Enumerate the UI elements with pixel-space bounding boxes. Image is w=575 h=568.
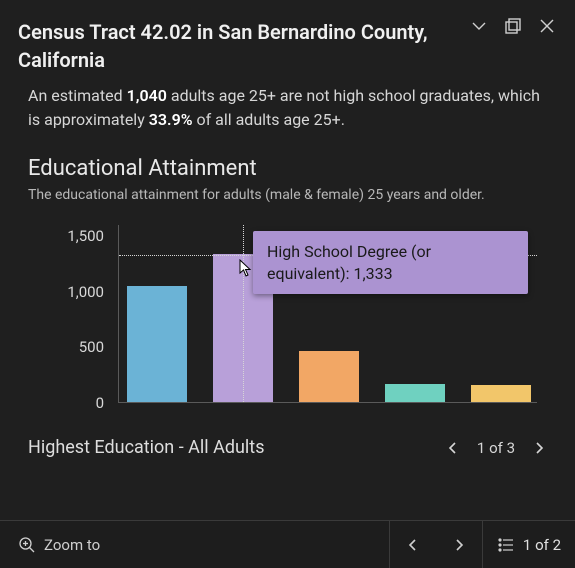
feature-next-button[interactable] — [436, 521, 482, 568]
list-icon — [497, 536, 515, 554]
bar[interactable] — [385, 384, 445, 402]
chart-prev-button[interactable] — [445, 440, 461, 456]
y-tick-label: 1,500 — [67, 227, 104, 245]
chart-next-button[interactable] — [531, 440, 547, 456]
y-tick-label: 500 — [79, 338, 104, 356]
chart-pager-text: 1 of 3 — [477, 439, 515, 457]
y-tick-label: 0 — [96, 394, 104, 412]
popup-title: Census Tract 42.02 in San Bernardino Cou… — [18, 18, 469, 74]
zoom-label: Zoom to — [44, 536, 100, 554]
close-icon[interactable] — [537, 16, 557, 36]
collapse-icon[interactable] — [469, 16, 489, 36]
popup-panel: Census Tract 42.02 in San Bernardino Cou… — [0, 0, 575, 568]
summary-suffix: of all adults age 25+. — [193, 110, 345, 129]
x-axis-caption: Highest Education - All Adults — [28, 437, 445, 458]
popup-footer: Zoom to 1 of 2 — [0, 520, 575, 568]
summary-count: 1,040 — [127, 86, 167, 105]
summary-pct: 33.9% — [149, 110, 193, 129]
chart-subtitle: The educational attainment for adults (m… — [28, 187, 547, 203]
magnifier-plus-icon — [18, 536, 36, 554]
y-tick-label: 1,000 — [67, 283, 104, 301]
zoom-to-button[interactable]: Zoom to — [0, 521, 390, 568]
feature-index[interactable]: 1 of 2 — [483, 521, 575, 568]
chart-tooltip: High School Degree (or equivalent): 1,33… — [253, 231, 528, 294]
chart-pager: 1 of 3 — [445, 439, 547, 457]
bar[interactable] — [471, 385, 531, 402]
popup-body: An estimated 1,040 adults age 25+ are no… — [0, 84, 575, 520]
bar-chart[interactable]: 0 500 1,000 1,500 High School Degree (or eq… — [38, 225, 537, 425]
summary-prefix: An estimated — [28, 86, 127, 105]
popup-header: Census Tract 42.02 in San Bernardino Cou… — [0, 0, 575, 84]
chart-title: Educational Attainment — [28, 156, 547, 181]
summary-text: An estimated 1,040 adults age 25+ are no… — [28, 84, 547, 132]
feature-nav — [390, 521, 483, 568]
feature-prev-button[interactable] — [390, 521, 436, 568]
y-axis: 05001,0001,500 — [38, 225, 110, 403]
hover-guide-vertical — [243, 225, 244, 402]
bar[interactable] — [299, 351, 359, 402]
feature-index-text: 1 of 2 — [523, 536, 561, 554]
header-actions — [469, 16, 557, 36]
bar[interactable] — [127, 286, 187, 402]
plot-area: High School Degree (or equivalent): 1,33… — [118, 225, 537, 403]
dock-icon[interactable] — [503, 16, 523, 36]
chart-footer: Highest Education - All Adults 1 of 3 — [28, 437, 547, 458]
